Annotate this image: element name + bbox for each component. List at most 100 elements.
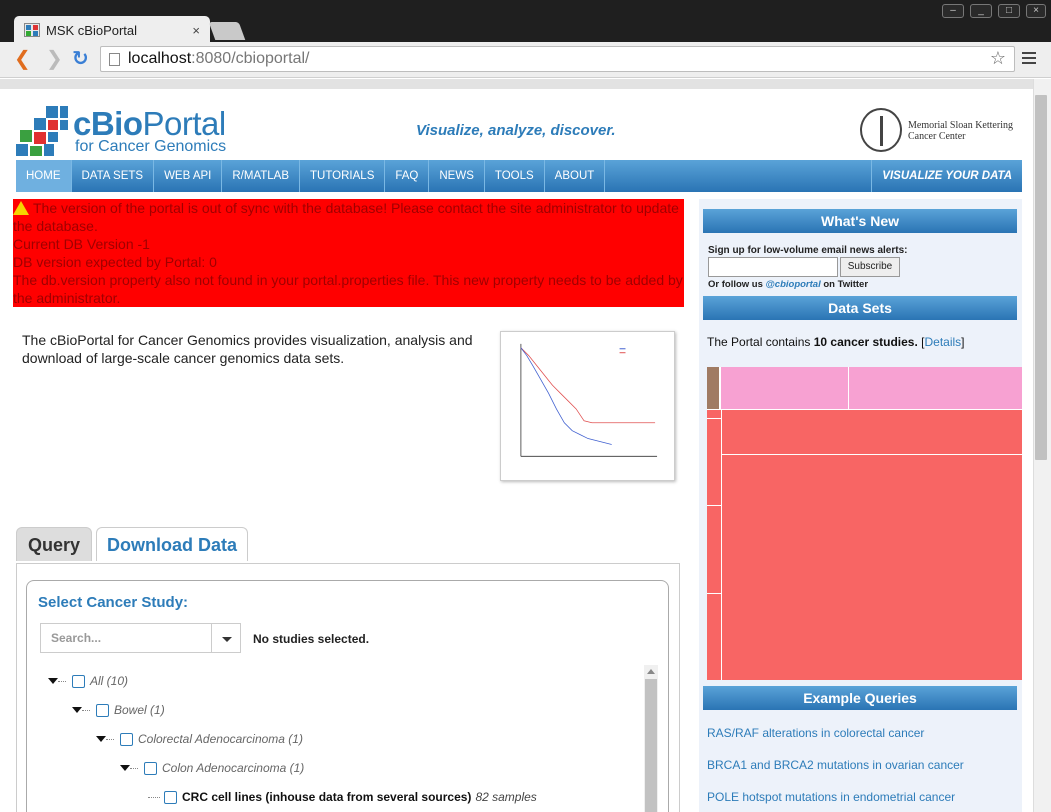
logo-bold: cBio [73, 105, 143, 142]
portal-contains-text: The Portal contains 10 cancer studies. [… [707, 335, 965, 349]
browser-tab-title: MSK cBioPortal [46, 22, 138, 38]
nav-visualize-your-data[interactable]: VISUALIZE YOUR DATA [871, 160, 1022, 192]
treemap-cell[interactable] [849, 367, 1022, 409]
tree-checkbox[interactable] [120, 732, 133, 746]
address-bar[interactable]: localhost:8080/cbioportal/ ☆ [100, 46, 1015, 72]
tree-expand-icon[interactable] [94, 733, 116, 745]
minimize-alt-icon[interactable]: _ [970, 4, 992, 18]
nav-about[interactable]: ABOUT [545, 160, 606, 192]
reload-icon[interactable]: ↻ [72, 48, 89, 70]
example-query-link[interactable]: BRCA1 and BRCA2 mutations in ovarian can… [707, 758, 964, 772]
bracket-close: ] [961, 335, 965, 349]
browser-menu-icon[interactable] [1022, 52, 1036, 67]
tab-download-data[interactable]: Download Data [96, 527, 248, 561]
follow-suffix: on Twitter [823, 279, 869, 290]
maximize-icon[interactable]: □ [998, 4, 1020, 18]
tree-checkbox[interactable] [72, 674, 85, 688]
tree-expand-icon[interactable] [70, 704, 92, 716]
example-query-link[interactable]: RAS/RAF alterations in colorectal cancer [707, 726, 924, 740]
db-version-error: The version of the portal is out of sync… [13, 199, 684, 307]
page-scroll-thumb[interactable] [1035, 95, 1047, 460]
nav-home[interactable]: HOME [16, 160, 72, 192]
error-line-4: The db.version property also not found i… [13, 272, 683, 306]
data-sets-treemap[interactable] [707, 367, 1022, 680]
tagline: Visualize, analyze, discover. [416, 122, 616, 139]
mskcc-name-line2: Cancer Center [908, 131, 966, 142]
logo-subtitle: for Cancer Genomics [75, 138, 227, 155]
tree-node-bowel[interactable]: Bowel (1) [70, 702, 165, 718]
study-count: 10 cancer studies. [813, 335, 918, 349]
treemap-cell[interactable] [722, 410, 1022, 454]
treemap-cell[interactable] [707, 410, 721, 418]
tree-expand-icon[interactable] [118, 762, 140, 774]
error-line-2: Current DB Version -1 [13, 236, 150, 252]
nav-data-sets[interactable]: DATA SETS [72, 160, 155, 192]
tree-node-all[interactable]: All (10) [46, 673, 128, 689]
minimize-icon[interactable]: – [942, 4, 964, 18]
tree-scroll-thumb[interactable] [645, 679, 657, 812]
close-window-icon[interactable]: × [1026, 4, 1046, 18]
subscribe-button[interactable]: Subscribe [840, 257, 900, 277]
nav-r-matlab[interactable]: R/MATLAB [222, 160, 301, 192]
study-search-dropdown[interactable] [211, 623, 241, 653]
url-path: :8080/cbioportal/ [191, 50, 310, 67]
tree-checkbox[interactable] [164, 790, 177, 804]
study-name: CRC cell lines (inhouse data from severa… [182, 790, 472, 804]
whats-new-header: What's New [703, 209, 1017, 233]
data-sets-header: Data Sets [703, 296, 1017, 320]
caret-down-icon [222, 637, 232, 642]
mskcc-seal-icon [860, 108, 902, 152]
new-tab-button[interactable] [208, 22, 246, 40]
email-field[interactable] [708, 257, 838, 277]
nav-tutorials[interactable]: TUTORIALS [300, 160, 386, 192]
back-icon[interactable]: ❮ [14, 48, 31, 70]
treemap-cell[interactable] [707, 419, 721, 505]
tree-expand-icon[interactable] [46, 675, 68, 687]
mskcc-logo[interactable]: Memorial Sloan Kettering Cancer Center [860, 108, 1024, 156]
tree-checkbox[interactable] [96, 703, 109, 717]
logo-regular: Portal [142, 105, 227, 142]
page-top-gap [0, 79, 1033, 89]
example-query-link[interactable]: POLE hotspot mutations in endometrial ca… [707, 790, 955, 804]
error-line-3: DB version expected by Portal: 0 [13, 254, 217, 270]
twitter-link[interactable]: @cbioportal [766, 279, 821, 290]
page-icon [109, 52, 120, 66]
tree-node-colorectal[interactable]: Colorectal Adenocarcinoma (1) [94, 731, 303, 747]
survival-plot-image [500, 331, 675, 481]
nav-faq[interactable]: FAQ [385, 160, 430, 192]
treemap-cell[interactable] [722, 455, 1022, 680]
favicon-icon [24, 23, 40, 37]
nav-tools[interactable]: TOOLS [485, 160, 545, 192]
forward-icon[interactable]: ❯ [46, 48, 63, 70]
select-cancer-study-title: Select Cancer Study: [38, 594, 189, 611]
signup-text: Sign up for low-volume email news alerts… [708, 245, 908, 256]
logo-wordmark[interactable]: cBioPortal [73, 106, 226, 142]
tree-checkbox[interactable] [144, 761, 157, 775]
scroll-up-icon[interactable] [647, 669, 655, 674]
nav-web-api[interactable]: WEB API [154, 160, 223, 192]
error-line-1: The version of the portal is out of sync… [13, 200, 679, 234]
tab-close-icon[interactable]: × [192, 23, 200, 38]
treemap-cell[interactable] [721, 367, 848, 409]
study-sample-count: 82 samples [475, 790, 537, 804]
tree-label: All (10) [90, 674, 129, 688]
treemap-cell[interactable] [707, 506, 721, 593]
nav-news[interactable]: NEWS [429, 160, 485, 192]
study-search-input[interactable] [40, 623, 212, 653]
follow-text: Or follow us @cbioportal on Twitter [708, 279, 868, 290]
browser-tab-active[interactable]: MSK cBioPortal × [14, 16, 210, 44]
tab-query[interactable]: Query [16, 527, 92, 561]
select-study-box [26, 580, 669, 812]
cbioportal-logo-icon[interactable] [16, 106, 68, 156]
treemap-cell[interactable] [707, 594, 721, 680]
mskcc-name-line1: Memorial Sloan Kettering [908, 120, 1013, 131]
details-link[interactable]: Details [924, 335, 961, 349]
treemap-cell[interactable] [707, 367, 719, 409]
tree-label: Colorectal Adenocarcinoma (1) [138, 732, 303, 746]
tree-scrollbar[interactable] [644, 665, 658, 812]
url-host: localhost [128, 50, 192, 67]
bookmark-star-icon[interactable]: ☆ [990, 48, 1006, 69]
tree-leaf-crc-cell-lines[interactable]: CRC cell lines (inhouse data from severa… [148, 789, 537, 805]
tree-label: Colon Adenocarcinoma (1) [162, 761, 305, 775]
tree-node-colon[interactable]: Colon Adenocarcinoma (1) [118, 760, 304, 776]
